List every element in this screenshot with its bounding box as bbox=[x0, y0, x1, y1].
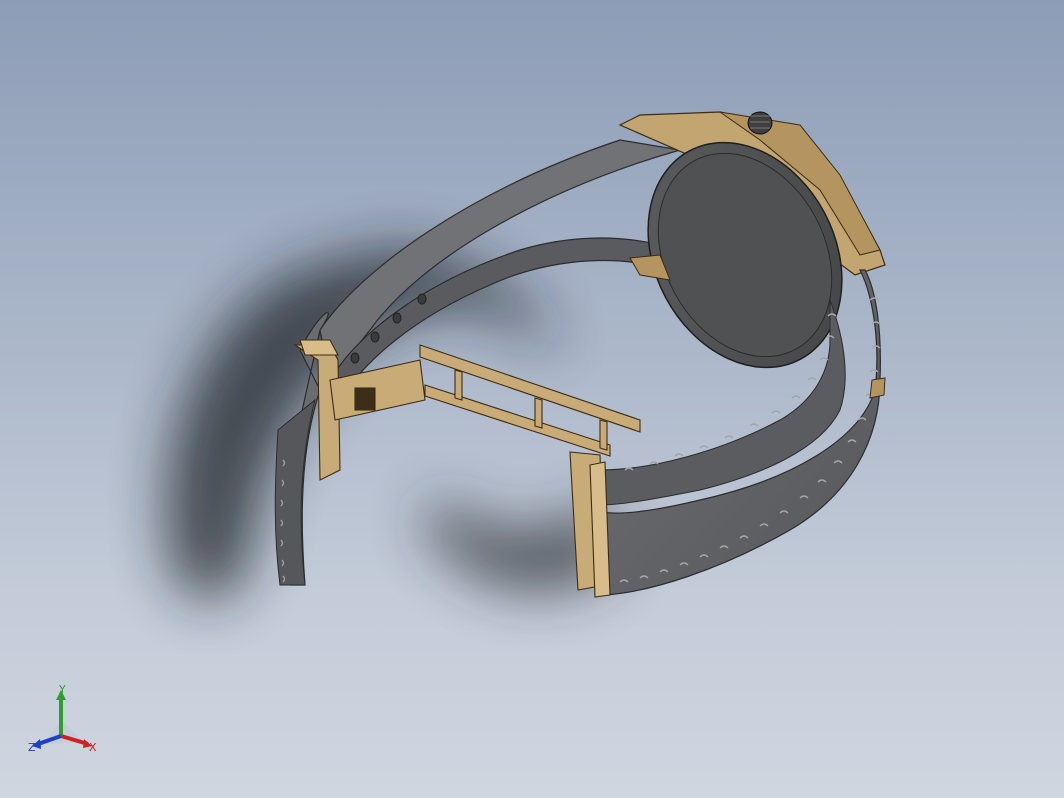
triad-z-label: Z bbox=[28, 741, 36, 754]
watch-model-view[interactable] bbox=[0, 0, 1064, 798]
crown-icon[interactable] bbox=[747, 111, 773, 135]
triad-y-label: Y bbox=[59, 683, 66, 696]
triad-x-label: X bbox=[89, 741, 97, 754]
coordinate-triad: Y Z X bbox=[26, 684, 106, 756]
graphics-viewport[interactable]: Y Z X bbox=[0, 0, 1064, 798]
